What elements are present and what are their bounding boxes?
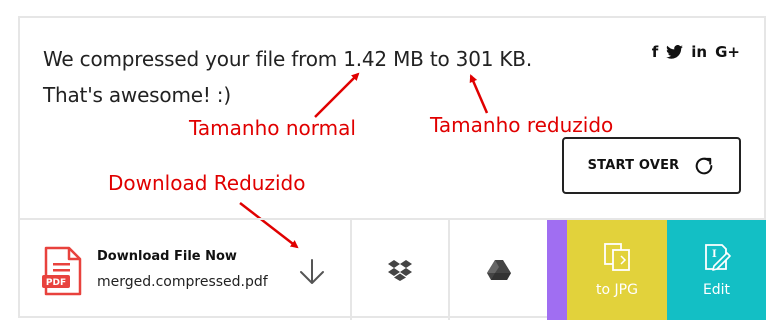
pdf-badge-label: PDF [46,278,66,288]
image-convert-icon [604,243,630,271]
edit-button[interactable]: I Edit [667,220,766,320]
edit-icon: I [704,244,731,271]
start-over-button[interactable]: START OVER [562,137,741,194]
dropbox-icon [388,260,412,281]
twitter-icon[interactable] [666,45,684,59]
download-filename: merged.compressed.pdf [97,274,268,290]
awesome-text: That's awesome! :) [43,83,231,107]
compression-result-text: We compressed your file from 1.42 MB to … [43,47,532,71]
save-to-google-drive-button[interactable] [450,220,548,320]
download-bar: PDF Download File Now merged.compressed.… [18,218,766,320]
download-file-button[interactable]: PDF Download File Now merged.compressed.… [18,220,352,320]
social-share: f in G+ [652,44,740,60]
annotation-normal-size: Tamanho normal [189,116,356,140]
to-jpg-button[interactable]: to JPG [567,220,667,320]
google-plus-icon[interactable]: G+ [715,44,740,60]
refresh-icon [696,157,713,174]
facebook-icon[interactable]: f [652,44,659,60]
save-to-dropbox-button[interactable] [352,220,450,320]
google-drive-icon [487,260,511,280]
to-jpg-label: to JPG [596,282,638,298]
edit-label: Edit [702,282,731,298]
pdf-file-icon: PDF [42,246,82,296]
download-arrow-icon[interactable] [298,258,326,286]
linkedin-icon[interactable]: in [691,44,707,60]
purple-accent-strip [547,220,567,320]
annotation-download-reduced: Download Reduzido [108,171,306,195]
svg-text:I: I [712,249,717,260]
download-title: Download File Now [97,249,237,264]
annotation-reduced-size: Tamanho reduzido [430,113,614,137]
start-over-label: START OVER [587,158,680,173]
